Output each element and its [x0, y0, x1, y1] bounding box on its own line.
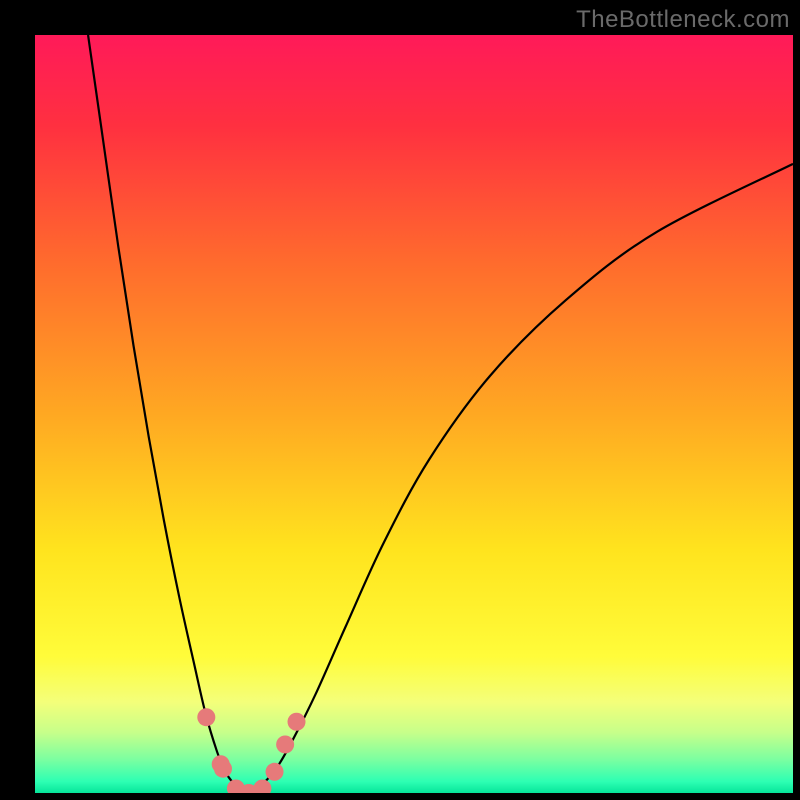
- green-band: [35, 766, 793, 793]
- data-point: [288, 713, 306, 731]
- plot-area: [35, 35, 793, 793]
- data-point: [197, 708, 215, 726]
- chart-frame: TheBottleneck.com: [0, 0, 800, 800]
- gradient-background: [35, 35, 793, 793]
- watermark-text: TheBottleneck.com: [576, 6, 790, 34]
- data-point: [276, 735, 294, 753]
- data-point: [214, 760, 232, 778]
- plot-svg: [35, 35, 793, 793]
- data-point: [266, 763, 284, 781]
